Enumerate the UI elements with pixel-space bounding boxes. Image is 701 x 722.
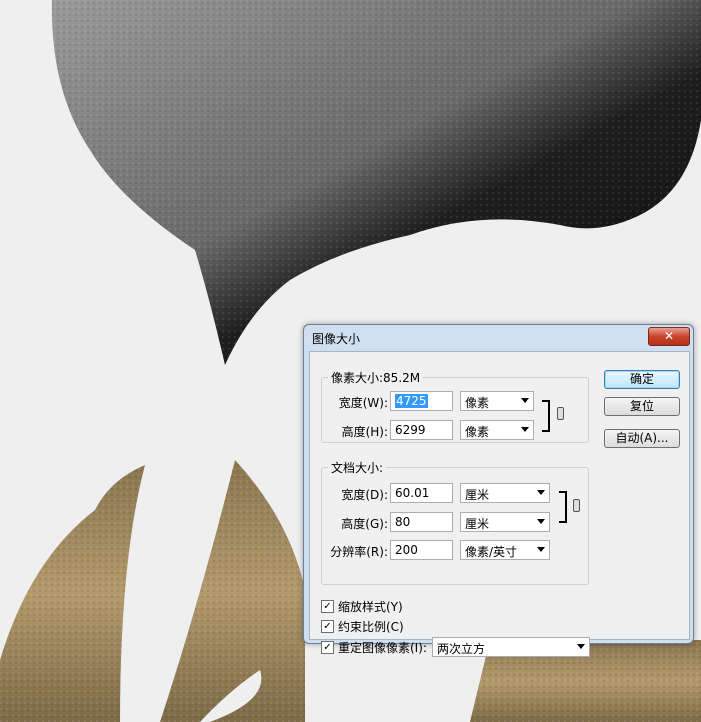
chevron-down-icon <box>521 398 529 403</box>
chain-link-icon <box>573 499 580 512</box>
auto-button[interactable]: 自动(A)... <box>604 429 680 448</box>
chevron-down-icon <box>577 644 585 649</box>
resample-label: 重定图像像素(I): <box>338 641 427 655</box>
doc-width-input[interactable]: 60.01 <box>390 483 453 503</box>
constrain-label: 约束比例(C) <box>338 620 404 634</box>
chevron-down-icon <box>537 490 545 495</box>
doc-width-label: 宽度(D): <box>341 488 388 502</box>
chain-link-icon <box>557 407 564 420</box>
doc-constrain-bracket <box>559 491 567 523</box>
pixel-height-unit-select[interactable]: 像素 <box>460 420 534 440</box>
pixel-height-label: 高度(H): <box>341 425 388 439</box>
doc-height-unit-select[interactable]: 厘米 <box>460 512 550 532</box>
pixel-width-unit-select[interactable]: 像素 <box>460 391 534 411</box>
scale-styles-checkbox[interactable]: ✓ <box>321 600 334 613</box>
chevron-down-icon <box>521 427 529 432</box>
pixel-height-input[interactable]: 6299 <box>390 420 453 440</box>
dialog-body: 像素大小:85.2M 宽度(W): 4725 像素 高度(H): 6299 像素… <box>309 351 690 657</box>
image-size-dialog: 图像大小 ✕ 像素大小:85.2M 宽度(W): 4725 像素 高度(H): … <box>303 324 694 657</box>
doc-width-unit-select[interactable]: 厘米 <box>460 483 550 503</box>
resolution-label: 分辨率(R): <box>330 545 388 559</box>
resample-method-select[interactable]: 两次立方 <box>432 637 590 657</box>
scale-styles-label: 缩放样式(Y) <box>338 600 403 614</box>
chevron-down-icon <box>537 519 545 524</box>
pixel-width-value: 4725 <box>395 394 428 408</box>
pixel-width-label: 宽度(W): <box>338 396 388 410</box>
pixel-height-unit: 像素 <box>465 425 490 439</box>
pixel-dimensions-legend: 像素大小:85.2M <box>331 371 421 385</box>
document-size-legend: 文档大小: <box>331 461 384 475</box>
doc-width-unit: 厘米 <box>465 488 490 502</box>
resolution-unit-select[interactable]: 像素/英寸 <box>460 540 550 560</box>
resample-method: 两次立方 <box>437 642 486 656</box>
chevron-down-icon <box>537 547 545 552</box>
ok-button[interactable]: 确定 <box>604 370 680 389</box>
constrain-checkbox[interactable]: ✓ <box>321 620 334 633</box>
dialog-title: 图像大小 <box>312 332 361 346</box>
resample-checkbox[interactable]: ✓ <box>321 641 334 654</box>
dialog-titlebar[interactable]: 图像大小 ✕ <box>304 325 693 349</box>
resolution-input[interactable]: 200 <box>390 540 453 560</box>
reset-button[interactable]: 复位 <box>604 397 680 416</box>
pixel-width-unit: 像素 <box>465 396 490 410</box>
doc-height-label: 高度(G): <box>341 517 388 531</box>
close-button[interactable]: ✕ <box>648 327 690 346</box>
constrain-bracket <box>542 400 550 432</box>
resolution-unit: 像素/英寸 <box>465 545 518 559</box>
doc-height-unit: 厘米 <box>465 517 490 531</box>
pixel-width-input[interactable]: 4725 <box>390 391 453 411</box>
doc-height-input[interactable]: 80 <box>390 512 453 532</box>
